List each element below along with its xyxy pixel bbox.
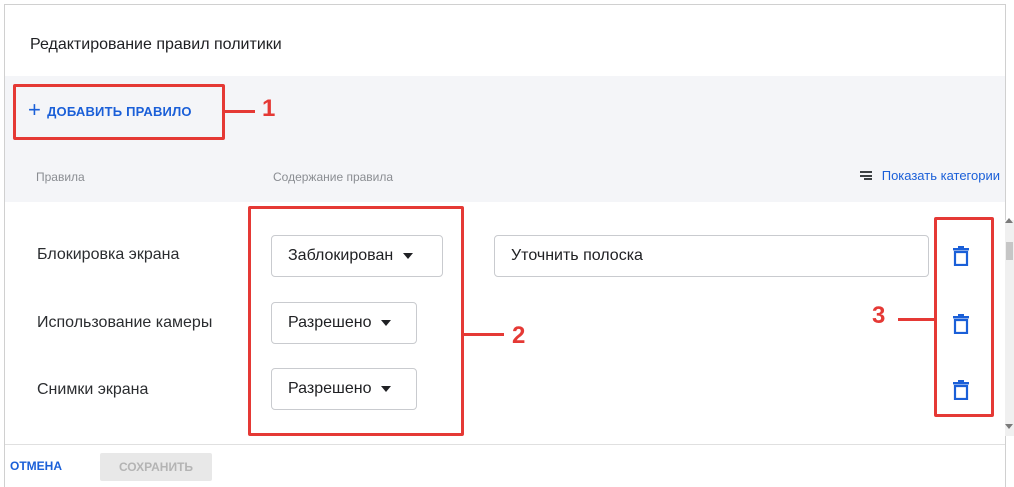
- trash-icon[interactable]: [950, 378, 972, 402]
- column-header-rules: Правила: [36, 170, 85, 184]
- rule-select-camera[interactable]: Разрешено: [271, 302, 417, 344]
- rule-label-camera: Использование камеры: [37, 314, 213, 331]
- rule-label-screenshots: Снимки экрана: [37, 381, 149, 398]
- select-value: Разрешено: [288, 314, 372, 331]
- add-rule-label: ДОБАВИТЬ ПРАВИЛО: [47, 103, 192, 119]
- show-categories-label: Показать категории: [881, 168, 1000, 183]
- show-categories-button[interactable]: Показать категории: [859, 168, 1000, 183]
- toolbar-band: [5, 76, 1005, 202]
- dialog-title: Редактирование правил политики: [30, 36, 282, 53]
- rule-detail-input[interactable]: [494, 235, 929, 277]
- annotation-line-1: [225, 110, 255, 113]
- rule-select-screen-lock[interactable]: Заблокирован: [271, 235, 443, 277]
- caret-down-icon: [403, 253, 414, 259]
- caret-down-icon: [381, 386, 392, 392]
- rule-label-screen-lock: Блокировка экрана: [37, 246, 180, 263]
- save-button[interactable]: СОХРАНИТЬ: [100, 453, 212, 481]
- annotation-marker-3: 3: [872, 302, 886, 329]
- select-value: Заблокирован: [288, 247, 394, 264]
- scrollbar[interactable]: [1005, 220, 1014, 436]
- trash-icon[interactable]: [950, 312, 972, 336]
- menu-lines-icon: [859, 171, 872, 180]
- scrollbar-thumb[interactable]: [1006, 242, 1013, 260]
- annotation-marker-1: 1: [262, 95, 276, 122]
- annotation-marker-2: 2: [512, 322, 526, 349]
- rule-select-screenshots[interactable]: Разрешено: [271, 368, 417, 410]
- annotation-line-2: [464, 333, 504, 336]
- column-header-content: Содержание правила: [273, 170, 394, 184]
- scroll-down-arrow-icon[interactable]: [1005, 424, 1013, 429]
- cancel-button[interactable]: ОТМЕНА: [10, 459, 62, 473]
- plus-icon: +: [28, 97, 42, 122]
- caret-down-icon: [381, 320, 392, 326]
- select-value: Разрешено: [288, 380, 372, 397]
- add-rule-button[interactable]: + ДОБАВИТЬ ПРАВИЛО: [28, 97, 192, 122]
- trash-icon[interactable]: [950, 244, 972, 268]
- scroll-up-arrow-icon[interactable]: [1005, 218, 1013, 223]
- annotation-line-3: [898, 318, 934, 321]
- policy-rules-dialog: Редактирование правил политики + ДОБАВИТ…: [0, 0, 1014, 487]
